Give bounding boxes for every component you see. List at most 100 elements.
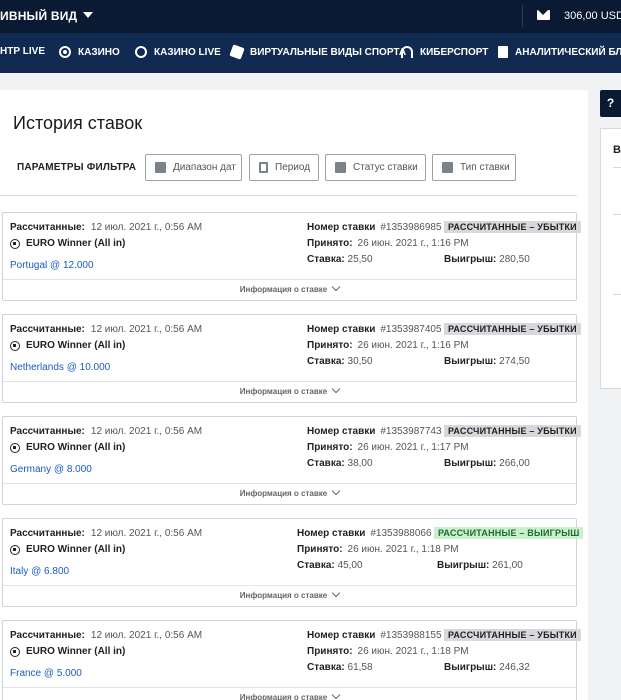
stake-value: 61,58 [347, 662, 373, 673]
chevron-down-icon [331, 690, 341, 700]
bet-info-toggle[interactable]: Информация о ставке [3, 585, 576, 606]
dice-icon [229, 44, 245, 60]
divider [613, 167, 621, 168]
nav-label: КАЗИНО [78, 46, 120, 58]
stake-label: Ставка: [297, 560, 335, 571]
football-icon [10, 442, 20, 453]
nav-item-virtual-sports[interactable]: ВИРТУАЛЬНЫЕ ВИДЫ СПОРТА [229, 44, 406, 60]
bet-info-toggle[interactable]: Информация о ставке [3, 279, 576, 300]
event-name: EURO Winner (All in) [26, 238, 126, 249]
chevron-down-icon [83, 12, 94, 18]
right-sidebar: ? В [600, 90, 621, 700]
stake-value: 38,00 [347, 458, 373, 469]
accepted-label: Принято: [307, 238, 353, 249]
filter-button-label: Статус ставки [353, 162, 418, 173]
bet-number-label: Номер ставки [297, 528, 366, 539]
stake-label: Ставка: [307, 662, 345, 673]
settled-date: Рассчитанные: 12 июл. 2021 г., 0:56 AM [10, 324, 202, 335]
live-casino-icon [135, 46, 147, 58]
filter-period-button[interactable]: Период [249, 154, 319, 181]
view-label: ИВНЫЙ ВИД [0, 9, 78, 23]
selection-link[interactable]: France @ 5.000 [10, 668, 82, 679]
nav-item-casino[interactable]: КАЗИНО [59, 46, 120, 58]
account-balance[interactable]: 306,00 USD [564, 10, 621, 22]
view-selector[interactable]: ИВНЫЙ ВИД [0, 9, 94, 23]
status-badge: РАССЧИТАННЫЕ – УБЫТКИ [444, 629, 581, 641]
bet-card: Рассчитанные: 12 июл. 2021 г., 0:56 AM EU… [2, 212, 581, 301]
winnings-value: 261,00 [492, 560, 523, 571]
bet-number: #1353987405 [380, 324, 442, 335]
filter-button-label: Период [275, 162, 311, 173]
side-panel-title: В [613, 144, 621, 156]
settled-label: Рассчитанные: [10, 528, 85, 539]
filter-label: ПАРАМЕТРЫ ФИЛЬТРА [17, 162, 137, 173]
football-icon [10, 646, 20, 657]
winnings-label: Выигрыш: [444, 254, 497, 265]
help-button[interactable]: ? [600, 90, 621, 117]
chevron-down-icon [331, 282, 341, 292]
stake-value: 45,00 [337, 560, 363, 571]
headset-icon [401, 46, 413, 58]
bet-info-toggle[interactable]: Информация о ставке [3, 687, 576, 700]
bet-details: Номер ставки #1353988066 РАССЧИТАННЫЕ – ВЫ… [297, 527, 584, 576]
selection-link[interactable]: Italy @ 6.800 [10, 566, 69, 577]
nav-item-esports[interactable]: КИБЕРСПОРТ [401, 46, 488, 58]
event-name: EURO Winner (All in) [26, 442, 126, 453]
filter-bet-type-button[interactable]: Тип ставки [432, 154, 516, 181]
bet-card: Рассчитанные: 12 июл. 2021 г., 0:56 AM EU… [2, 416, 581, 505]
filter-button-label: Диапазон дат [173, 162, 236, 173]
filter-button-label: Тип ставки [460, 162, 510, 173]
bet-card: Рассчитанные: 12 июл. 2021 г., 0:56 AM EU… [2, 518, 584, 607]
accepted-value: 26 июн. 2021 г., 1:16 PM [357, 340, 469, 351]
bet-info-label: Информация о ставке [239, 285, 328, 294]
winnings-label: Выигрыш: [444, 662, 497, 673]
selection-link[interactable]: Netherlands @ 10.000 [10, 362, 110, 373]
bet-number: #1353988155 [380, 630, 442, 641]
chevron-down-icon [331, 486, 341, 496]
winnings-value: 246,32 [499, 662, 530, 673]
winnings-label: Выигрыш: [444, 458, 497, 469]
filter-date-range-button[interactable]: Диапазон дат [145, 154, 242, 181]
topbar-divider [522, 5, 523, 27]
event-name: EURO Winner (All in) [26, 340, 126, 351]
accepted-value: 26 июн. 2021 г., 1:18 PM [347, 544, 459, 555]
winnings-value: 280,50 [499, 254, 530, 265]
event: EURO Winner (All in) [10, 442, 125, 453]
selection-link[interactable]: Germany @ 8.000 [10, 464, 92, 475]
document-icon [498, 46, 508, 58]
divider [613, 214, 621, 215]
accepted-label: Принято: [297, 544, 343, 555]
chart-icon [335, 162, 346, 173]
bet-info-label: Информация о ставке [239, 591, 328, 600]
filter-bet-status-button[interactable]: Статус ставки [325, 154, 426, 181]
bet-info-toggle[interactable]: Информация о ставке [3, 381, 576, 402]
bet-number: #1353988066 [370, 528, 432, 539]
bet-number: #1353986985 [380, 222, 442, 233]
status-badge: РАССЧИТАННЫЕ – УБЫТКИ [444, 323, 581, 335]
stake-label: Ставка: [307, 356, 345, 367]
winnings-value: 274,50 [499, 356, 530, 367]
event: EURO Winner (All in) [10, 544, 125, 555]
winnings-value: 266,00 [499, 458, 530, 469]
chevron-down-icon [331, 588, 341, 598]
chip-icon [59, 46, 71, 58]
settled-label: Рассчитанные: [10, 222, 85, 233]
nav-item-blog[interactable]: АНАЛИТИЧЕСКИЙ БЛОГ [498, 46, 621, 58]
mail-icon[interactable] [537, 10, 550, 20]
event-name: EURO Winner (All in) [26, 646, 126, 657]
bet-number-label: Номер ставки [307, 426, 376, 437]
winnings-label: Выигрыш: [437, 560, 490, 571]
football-icon [10, 340, 20, 351]
nav-item-live[interactable]: НТР LIVE [0, 46, 45, 57]
bet-info-label: Информация о ставке [239, 489, 328, 498]
bet-number: #1353987743 [380, 426, 442, 437]
status-badge: РАССЧИТАННЫЕ – ВЫИГРЫШ [434, 527, 584, 539]
stake-label: Ставка: [307, 458, 345, 469]
selection-link[interactable]: Portugal @ 12.000 [10, 260, 94, 271]
event: EURO Winner (All in) [10, 238, 125, 249]
winnings-label: Выигрыш: [444, 356, 497, 367]
bet-details: Номер ставки #1353987743 РАССЧИТАННЫЕ – УБ… [307, 425, 581, 474]
nav-item-casino-live[interactable]: КАЗИНО LIVE [135, 46, 221, 58]
calendar-icon [155, 162, 166, 173]
bet-info-toggle[interactable]: Информация о ставке [3, 483, 576, 504]
